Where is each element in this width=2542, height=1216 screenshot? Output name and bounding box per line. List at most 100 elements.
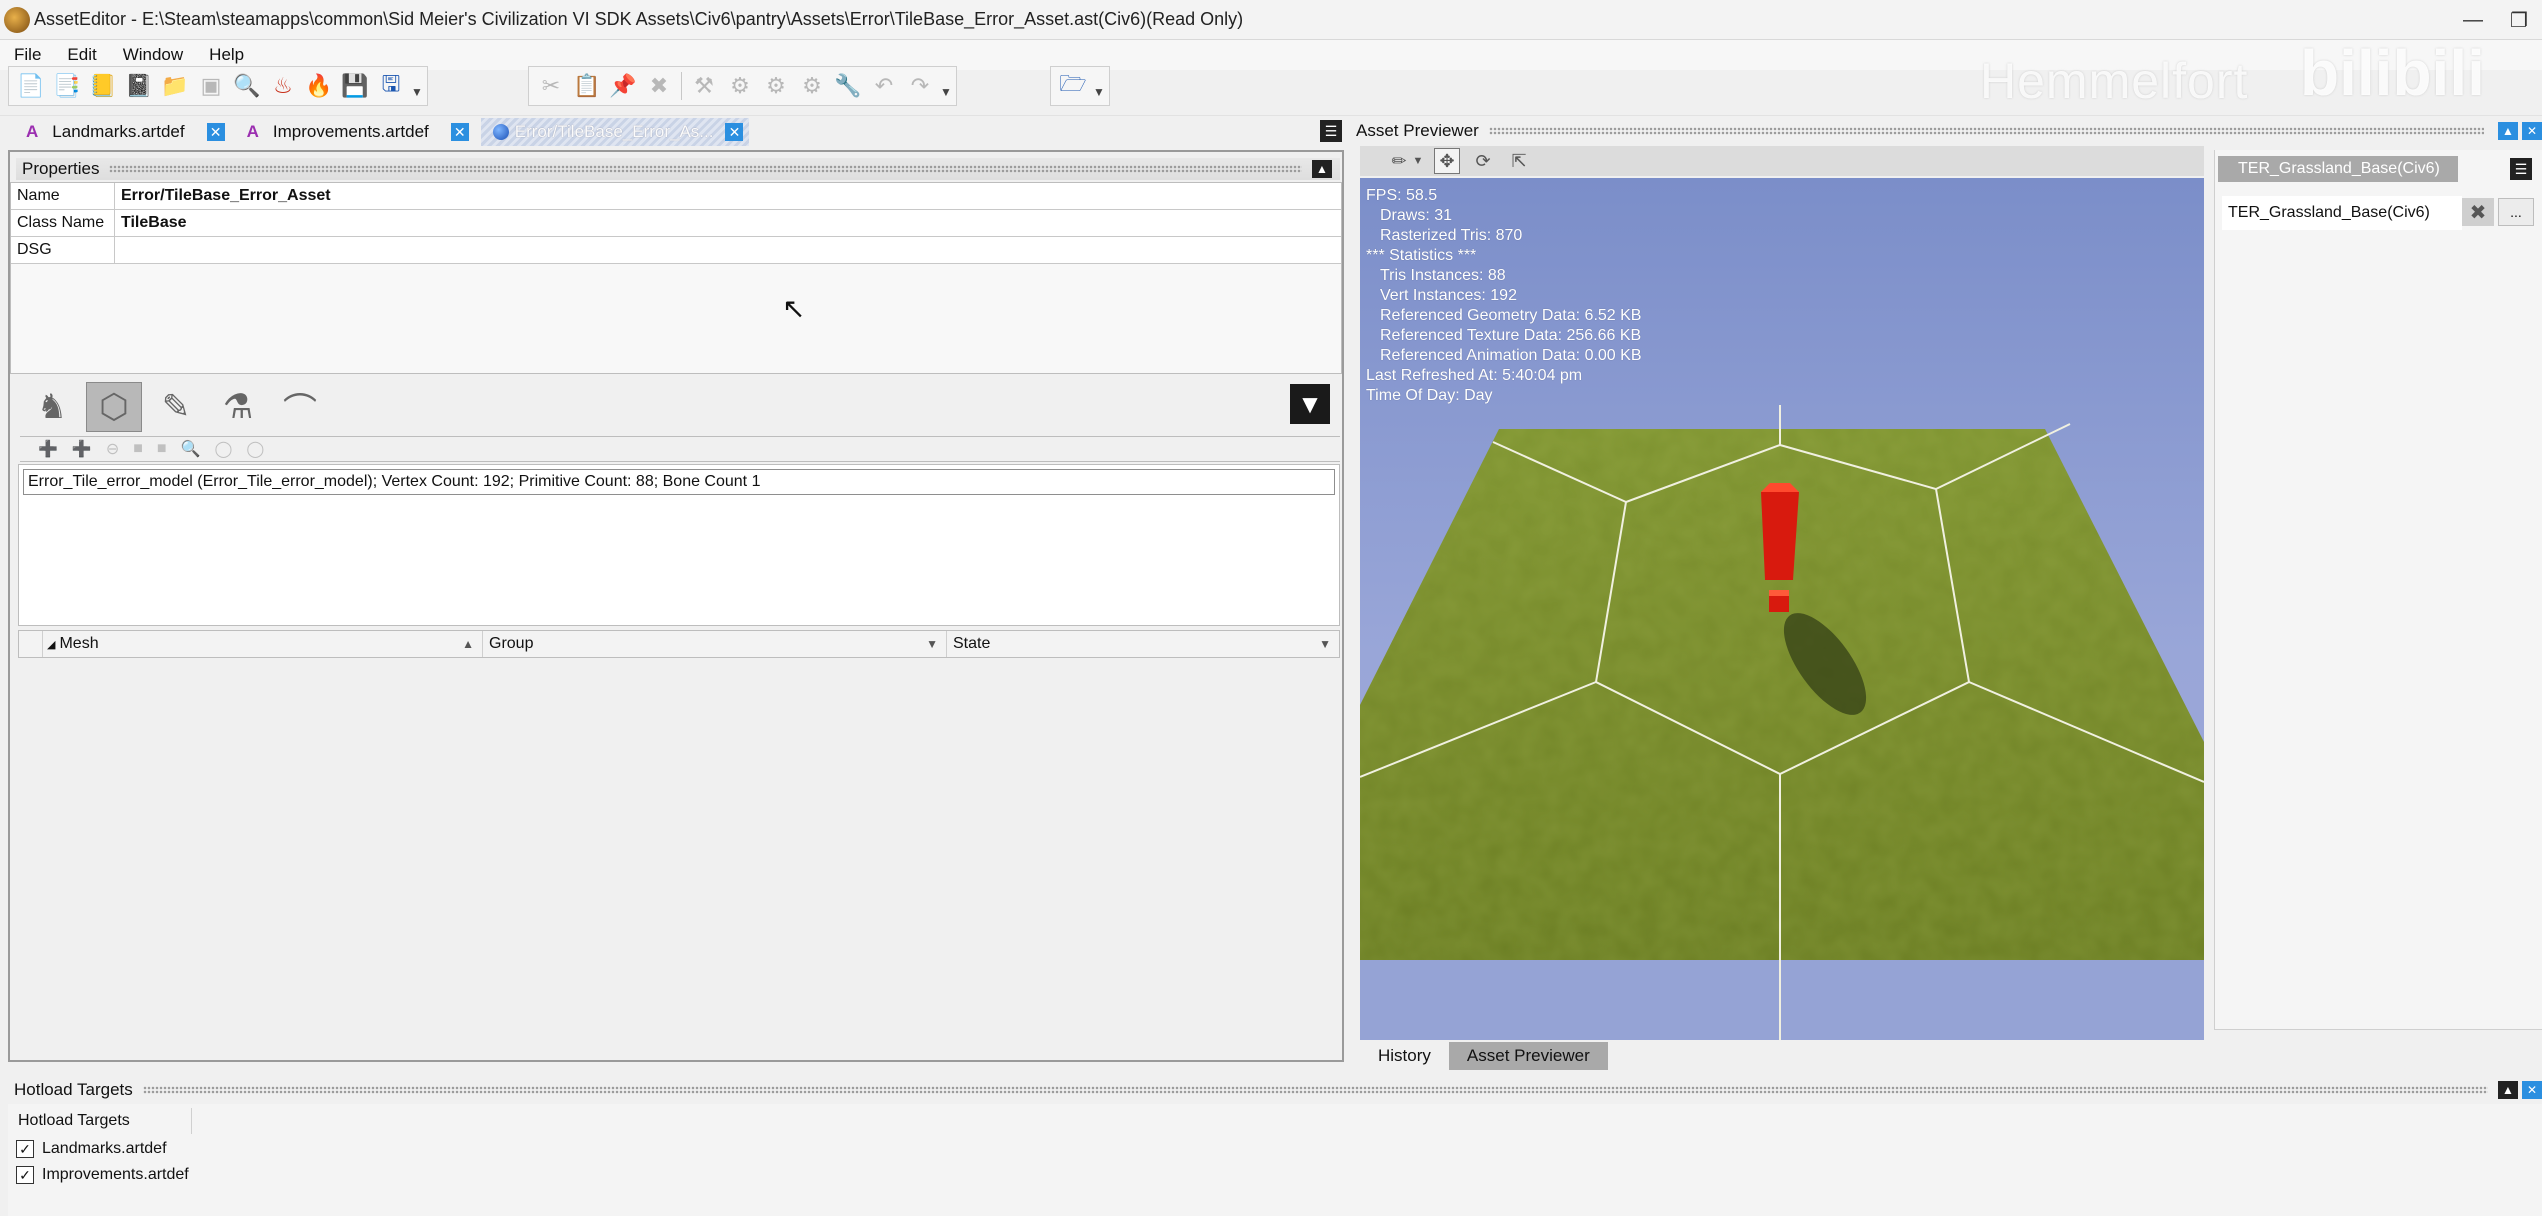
refreshed-readout: Last Refreshed At: 5:40:04 pm xyxy=(1366,367,1583,384)
scale-icon[interactable]: ⇱ xyxy=(1506,148,1532,174)
dropdown-icon[interactable]: ▼ xyxy=(1319,637,1331,651)
add-variant-icon[interactable]: ➕ xyxy=(72,439,92,459)
tab-landmarks[interactable]: A Landmarks.artdef ✕ xyxy=(0,118,231,146)
rasterized-readout: Rasterized Tris: 870 xyxy=(1380,227,1523,244)
copy-icon[interactable]: 📋 xyxy=(571,70,603,102)
column-group[interactable]: Group ▼ xyxy=(483,631,947,657)
pin-icon[interactable]: ▲ xyxy=(1312,160,1332,178)
model-cube-icon[interactable]: ⬡ xyxy=(86,382,142,432)
tab-improvements[interactable]: A Improvements.artdef ✕ xyxy=(237,118,475,146)
menu-file[interactable]: File xyxy=(14,45,41,65)
clear-icon[interactable]: ✖ xyxy=(2462,198,2494,226)
close-icon[interactable]: ✕ xyxy=(450,123,469,141)
browse-button[interactable]: ... xyxy=(2498,198,2534,226)
attach-icon[interactable]: ◯ xyxy=(215,439,233,459)
edit-toolbar-group: ✂ 📋 📌 ✖ ⚒ ⚙ ⚙ ⚙ 🔧 ↶ ↷ ▼ xyxy=(528,66,957,106)
browse-icon[interactable]: ▣ xyxy=(195,70,227,102)
cut-icon[interactable]: ✂ xyxy=(535,70,567,102)
menu-window[interactable]: Window xyxy=(123,45,183,65)
brush-icon[interactable]: ✏ xyxy=(1386,148,1412,174)
list-item[interactable]: Error_Tile_error_model (Error_Tile_error… xyxy=(23,469,1335,495)
pawn-icon[interactable]: ♞ xyxy=(24,382,80,432)
filter-icon[interactable]: ▼ xyxy=(1290,384,1330,424)
paste-icon[interactable]: 📌 xyxy=(607,70,639,102)
dropdown-icon[interactable]: ▼ xyxy=(926,637,938,651)
move-icon[interactable]: ✥ xyxy=(1434,148,1460,174)
tab-terrain[interactable]: TER_Grassland_Base(Civ6) xyxy=(2218,156,2458,182)
pin-icon[interactable]: ▲ xyxy=(2498,122,2518,140)
tabs-menu-icon[interactable]: ☰ xyxy=(2510,158,2532,180)
checkbox[interactable]: ✓ xyxy=(16,1140,34,1158)
property-row-class[interactable]: Class Name TileBase xyxy=(11,210,1341,237)
import-model-icon[interactable]: ■ xyxy=(133,440,143,458)
tab-asset-previewer[interactable]: Asset Previewer xyxy=(1448,1042,1608,1070)
redo-icon[interactable]: ↷ xyxy=(904,70,936,102)
artdef-icon: A xyxy=(246,122,259,141)
import-icon[interactable]: ⚒ xyxy=(688,70,720,102)
layout-icon[interactable]: 🗁 xyxy=(1057,70,1089,102)
checkbox[interactable]: ✓ xyxy=(16,1166,34,1184)
brush-dropdown-icon[interactable]: ▼ xyxy=(1412,148,1424,174)
new-file-icon[interactable]: 📄 xyxy=(15,70,47,102)
settings-more-icon[interactable]: ⚙ xyxy=(796,70,828,102)
restore-button[interactable]: ❐ xyxy=(2496,0,2542,40)
hotload-item-improvements[interactable]: ✓ Improvements.artdef xyxy=(16,1166,189,1184)
document-tabs: A Landmarks.artdef ✕ A Improvements.artd… xyxy=(0,118,1350,146)
material-icon[interactable]: ✎ xyxy=(148,382,204,432)
minimize-button[interactable]: — xyxy=(2450,0,2496,40)
curve-icon[interactable]: ⌒ xyxy=(272,382,328,432)
property-row-name[interactable]: Name Error/TileBase_Error_Asset xyxy=(11,183,1341,210)
wrench-icon[interactable]: 🔧 xyxy=(832,70,864,102)
asset-globe-icon xyxy=(492,124,509,140)
close-icon[interactable]: ✕ xyxy=(2522,122,2542,140)
find-model-icon[interactable]: 🔍 xyxy=(181,439,201,459)
open-artdef-icon[interactable]: 📒 xyxy=(87,70,119,102)
undo-icon[interactable]: ↶ xyxy=(868,70,900,102)
open-file-icon[interactable]: 📑 xyxy=(51,70,83,102)
artdef-icon: A xyxy=(26,122,39,141)
toolbar-overflow-icon[interactable]: ▼ xyxy=(411,85,423,99)
folder-icon[interactable]: 📁 xyxy=(159,70,191,102)
close-icon[interactable]: ✕ xyxy=(2522,1081,2542,1099)
skeleton-icon[interactable]: ⚗ xyxy=(210,382,266,432)
menu-edit[interactable]: Edit xyxy=(67,45,96,65)
open-asset-icon[interactable]: 📓 xyxy=(123,70,155,102)
rotate-icon[interactable]: ⟳ xyxy=(1470,148,1496,174)
hotload-item-landmarks[interactable]: ✓ Landmarks.artdef xyxy=(16,1140,167,1158)
close-icon[interactable]: ✕ xyxy=(725,123,744,141)
sort-icon[interactable]: ▲ xyxy=(462,637,474,651)
search-icon[interactable]: 🔍 xyxy=(231,70,263,102)
fps-readout: FPS: 58.5 xyxy=(1366,187,1438,204)
column-state[interactable]: State ▼ xyxy=(947,631,1339,657)
tab-error-asset[interactable]: Error/TileBase_Error_As... ✕ xyxy=(480,118,750,146)
detach-icon[interactable]: ◯ xyxy=(246,439,264,459)
settings-icon[interactable]: ⚙ xyxy=(724,70,756,102)
draws-readout: Draws: 31 xyxy=(1380,207,1453,224)
terrain-field[interactable]: TER_Grassland_Base(Civ6) xyxy=(2222,196,2462,230)
fire-icon[interactable]: 🔥 xyxy=(303,70,335,102)
geometry-readout: Referenced Geometry Data: 6.52 KB xyxy=(1380,307,1642,324)
pin-icon[interactable]: ▲ xyxy=(2498,1081,2518,1099)
add-model-icon[interactable]: ➕ xyxy=(38,439,58,459)
export-model-icon[interactable]: ■ xyxy=(157,440,167,458)
terrain-panel xyxy=(2214,150,2542,1030)
bilibili-logo: bilibili xyxy=(2300,37,2485,109)
layout-overflow-icon[interactable]: ▼ xyxy=(1093,85,1105,99)
save-icon[interactable]: 💾 xyxy=(339,70,371,102)
delete-icon[interactable]: ✖ xyxy=(643,70,675,102)
edit-overflow-icon[interactable]: ▼ xyxy=(940,85,952,99)
close-icon[interactable]: ✕ xyxy=(206,123,225,141)
tabs-menu-icon[interactable]: ☰ xyxy=(1320,120,1342,142)
remove-icon[interactable]: ⊖ xyxy=(106,439,119,459)
save-all-icon[interactable]: 🖫 xyxy=(375,70,407,102)
hotload-header: Hotload Targets ▲ ✕ xyxy=(0,1078,2542,1102)
menu-help[interactable]: Help xyxy=(209,45,244,65)
mesh-table-header: ◢ Mesh ▲ Group ▼ State ▼ xyxy=(18,630,1340,658)
window-title: AssetEditor - E:\Steam\steamapps\common\… xyxy=(34,9,1244,29)
tab-history[interactable]: History xyxy=(1360,1042,1449,1070)
settings-alt-icon[interactable]: ⚙ xyxy=(760,70,792,102)
vert-instances-readout: Vert Instances: 192 xyxy=(1380,287,1517,304)
column-mesh[interactable]: ◢ Mesh ▲ xyxy=(43,631,483,657)
cook-icon[interactable]: ♨ xyxy=(267,70,299,102)
property-row-dsg[interactable]: DSG xyxy=(11,237,1341,264)
